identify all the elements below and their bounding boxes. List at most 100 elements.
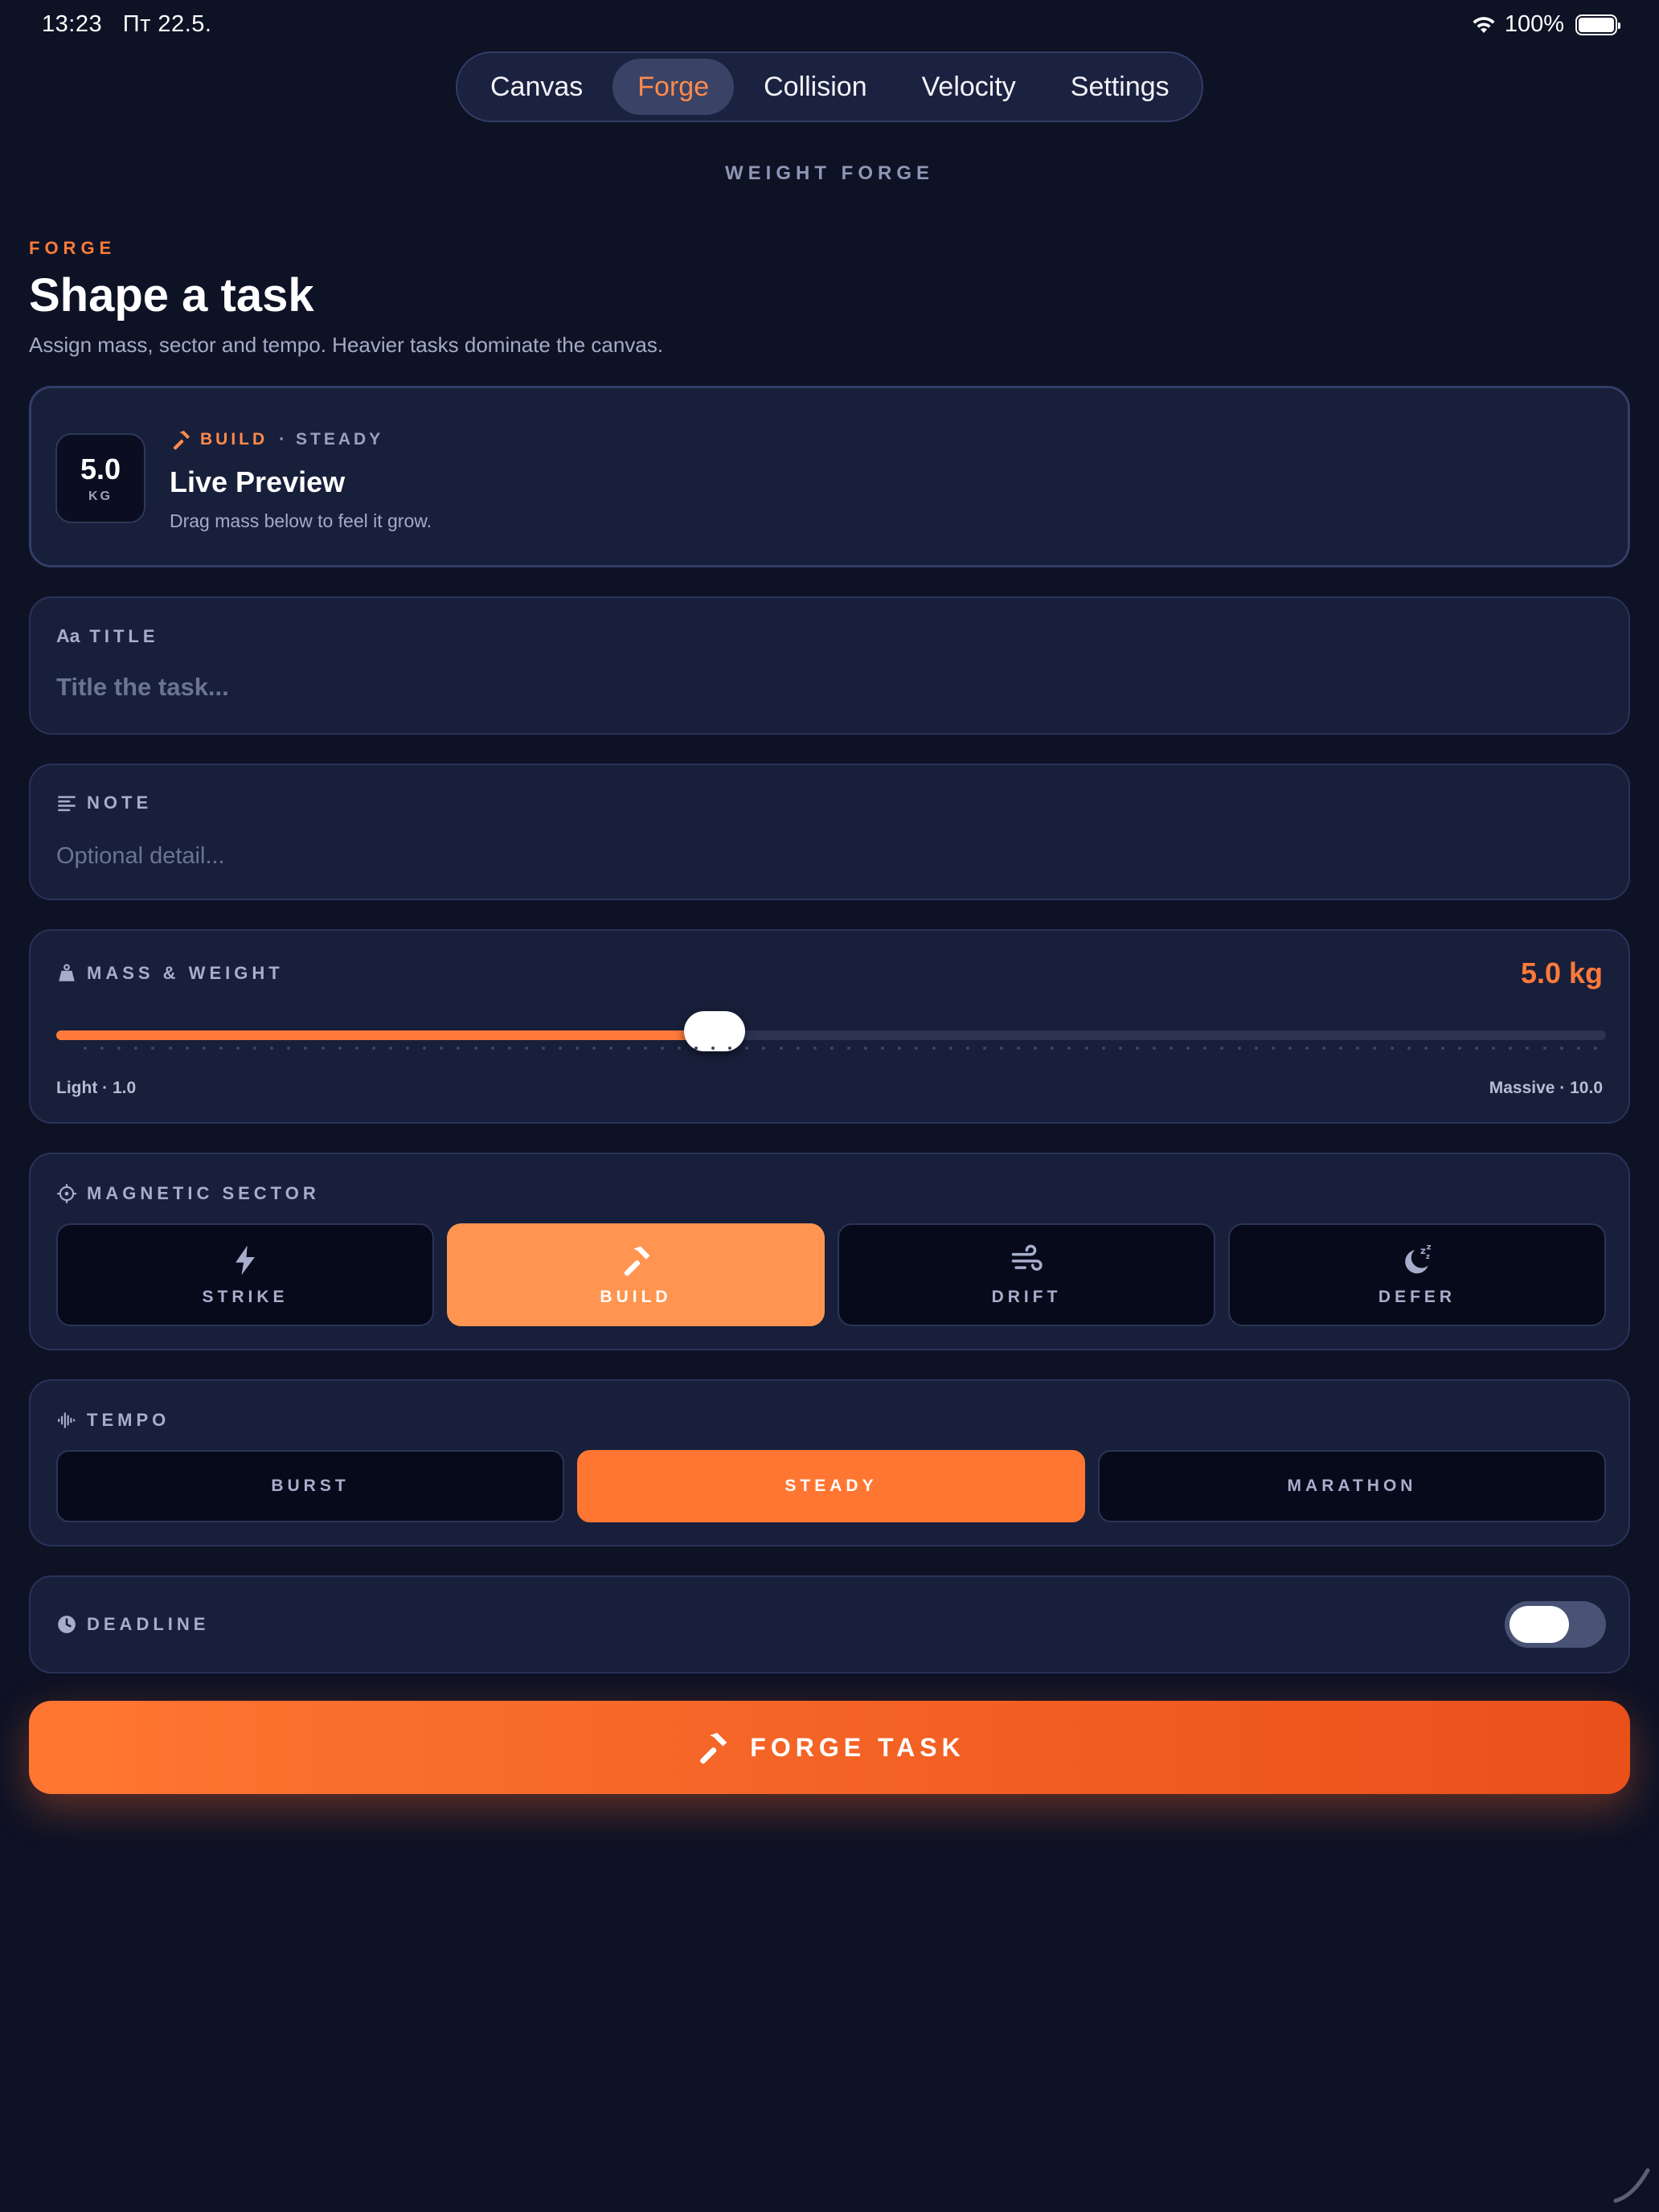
tempo-label: TEMPO [56,1410,170,1431]
slider-tick [508,1047,511,1050]
sector-drift-button[interactable]: DRIFT [838,1223,1215,1326]
slider-tick [1458,1047,1461,1050]
battery-percent: 100% [1504,11,1564,37]
slider-tick [1255,1047,1258,1050]
sector-drift-label: DRIFT [991,1288,1062,1306]
status-bar: 13:23 Пт 22.5. 100% [0,0,1659,51]
slider-tick [644,1047,647,1050]
status-right: 100% [1471,11,1620,38]
slider-tick [186,1047,189,1050]
corner-grabber-icon[interactable] [1609,2162,1651,2204]
tab-velocity[interactable]: Velocity [897,59,1041,115]
slider-tick [1424,1047,1428,1050]
slider-tick [236,1047,240,1050]
top-tab-bar: Canvas Forge Collision Velocity Settings [456,51,1203,122]
tempo-marathon-button[interactable]: MARATHON [1098,1450,1606,1522]
slider-tick [1203,1047,1206,1050]
clock-icon [58,1616,76,1633]
preview-tempo: · STEADY [279,430,384,449]
tab-forge[interactable]: Forge [612,59,735,115]
slider-tick [966,1047,969,1050]
slider-tick [1305,1047,1309,1050]
slider-tick [355,1047,358,1050]
mass-slider-thumb[interactable] [684,1011,745,1051]
note-input[interactable] [56,836,1600,876]
deadline-toggle[interactable] [1505,1601,1606,1648]
slider-tick [1272,1047,1275,1050]
tempo-burst-button[interactable]: BURST [56,1450,564,1522]
slider-tick [457,1047,460,1050]
slider-tick [797,1047,800,1050]
sector-options: STRIKE BUILD DRIFT z z z DEFER [56,1223,1606,1326]
slider-tick [678,1047,681,1050]
app-title: WEIGHT FORGE [725,162,934,184]
mass-badge-unit: KG [88,490,113,503]
hammer-icon [624,1246,650,1276]
mass-badge-value: 5.0 [80,453,121,485]
slider-tick [542,1047,545,1050]
slider-tick [898,1047,901,1050]
page-title: Shape a task [29,269,314,322]
date: Пт 22.5. [122,11,212,37]
mass-slider[interactable] [56,1011,1606,1051]
slider-tick [270,1047,273,1050]
bolt-icon [236,1245,255,1276]
deadline-card: DEADLINE [29,1575,1630,1673]
svg-text:z: z [1427,1243,1432,1251]
slider-tick [745,1047,748,1050]
slider-tick [1051,1047,1054,1050]
text-align-left-icon [58,796,76,812]
slider-tick [609,1047,612,1050]
preview-meta: BUILD · STEADY [170,428,383,451]
sector-defer-button[interactable]: z z z DEFER [1228,1223,1606,1326]
preview-sector: BUILD [200,430,268,449]
slider-tick [1085,1047,1088,1050]
forge-task-button[interactable]: FORGE TASK [29,1701,1630,1794]
preview-title: Live Preview [170,465,346,498]
slider-tick [847,1047,850,1050]
slider-tick [813,1047,817,1050]
sector-label: MAGNETIC SECTOR [56,1183,320,1204]
slider-tick [100,1047,104,1050]
svg-text:z: z [1420,1245,1426,1256]
hammer-icon [173,430,190,450]
page-subtitle: Assign mass, sector and tempo. Heavier t… [29,333,664,357]
title-field-label: Aa TITLE [56,625,159,647]
mass-label-text: MASS & WEIGHT [87,963,284,983]
deadline-toggle-knob [1509,1606,1569,1643]
wind-icon [1011,1244,1043,1271]
slider-tick [474,1047,477,1050]
slider-tick [983,1047,986,1050]
tab-settings[interactable]: Settings [1046,59,1194,115]
sector-strike-button[interactable]: STRIKE [56,1223,434,1326]
sector-build-label: BUILD [600,1288,672,1306]
slider-tick [117,1047,121,1050]
sector-card: MAGNETIC SECTOR STRIKE BUILD DRIFT z z z… [29,1153,1630,1350]
slider-tick [881,1047,884,1050]
sector-label-text: MAGNETIC SECTOR [87,1183,320,1203]
preview-description: Drag mass below to feel it grow. [170,510,432,531]
mass-card: MASS & WEIGHT 5.0 kg Light · 1.0 Massive… [29,929,1630,1124]
tempo-steady-button[interactable]: STEADY [577,1450,1085,1522]
slider-tick [169,1047,172,1050]
slider-tick [372,1047,375,1050]
text-format-icon: Aa [56,625,80,646]
slider-tick [84,1047,87,1050]
slider-tick [1102,1047,1105,1050]
slider-tick [1136,1047,1139,1050]
slider-tick [525,1047,528,1050]
tab-collision[interactable]: Collision [739,59,892,115]
tab-canvas[interactable]: Canvas [465,59,608,115]
mass-label: MASS & WEIGHT [56,963,284,984]
slider-tick [1509,1047,1512,1050]
sector-build-button[interactable]: BUILD [447,1223,825,1326]
mass-slider-fill [56,1030,715,1040]
slider-tick [1526,1047,1529,1050]
slider-tick [780,1047,783,1050]
title-label-text: TITLE [89,625,159,646]
title-input[interactable] [56,667,1600,707]
battery-icon [1575,14,1620,35]
live-preview-card: 5.0 KG BUILD · STEADY Live Preview Drag … [29,386,1630,567]
slider-tick [1391,1047,1394,1050]
slider-tick [322,1047,325,1050]
